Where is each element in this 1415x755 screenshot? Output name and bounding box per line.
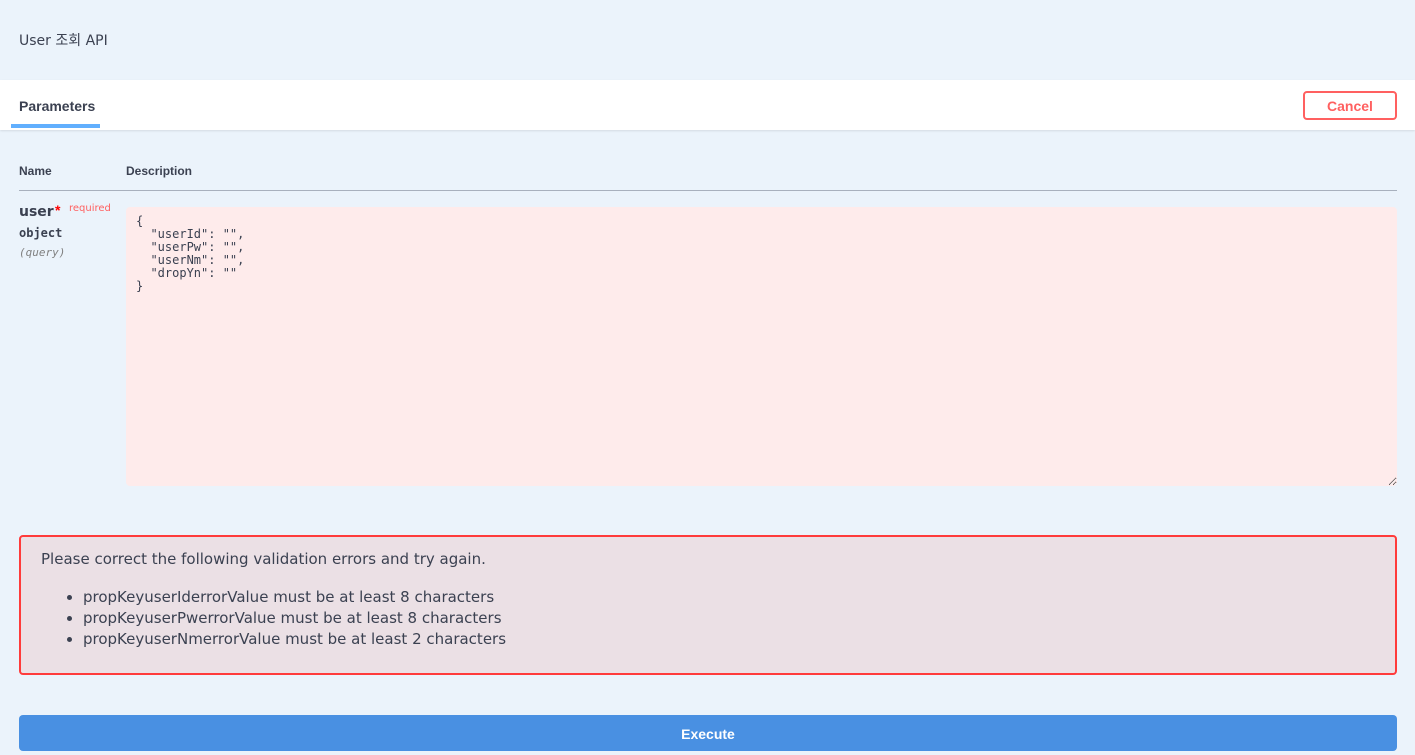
tab-parameters[interactable]: Parameters	[11, 80, 100, 128]
parameter-location: (query)	[19, 246, 66, 259]
parameter-name: user	[19, 204, 54, 220]
tab-parameters-label: Parameters	[19, 98, 96, 114]
validation-error-item: propKeyuserPwerrorValue must be at least…	[83, 608, 506, 629]
cancel-button[interactable]: Cancel	[1303, 91, 1397, 120]
execute-button[interactable]: Execute	[19, 715, 1397, 751]
parameter-type: object	[19, 226, 63, 240]
validation-errors-title: Please correct the following validation …	[41, 550, 486, 568]
operation-description: User 조회 API	[19, 33, 108, 49]
parameter-value-textarea[interactable]: { "userId": "", "userPw": "", "userNm": …	[126, 207, 1397, 486]
validation-error-item: propKeyuserIderrorValue must be at least…	[83, 587, 506, 608]
parameters-table-header: Name Description	[19, 150, 1397, 191]
required-asterisk: *	[55, 202, 61, 218]
column-header-name: Name	[19, 164, 52, 178]
operation-summary: User 조회 API	[0, 0, 1415, 80]
column-header-description: Description	[126, 164, 193, 178]
validation-errors-panel: Please correct the following validation …	[19, 535, 1397, 675]
validation-errors-list: propKeyuserIderrorValue must be at least…	[41, 587, 506, 650]
required-label: required	[69, 203, 111, 214]
validation-error-item: propKeyuserNmerrorValue must be at least…	[83, 629, 506, 650]
parameters-section-header: Parameters Cancel	[0, 80, 1415, 130]
